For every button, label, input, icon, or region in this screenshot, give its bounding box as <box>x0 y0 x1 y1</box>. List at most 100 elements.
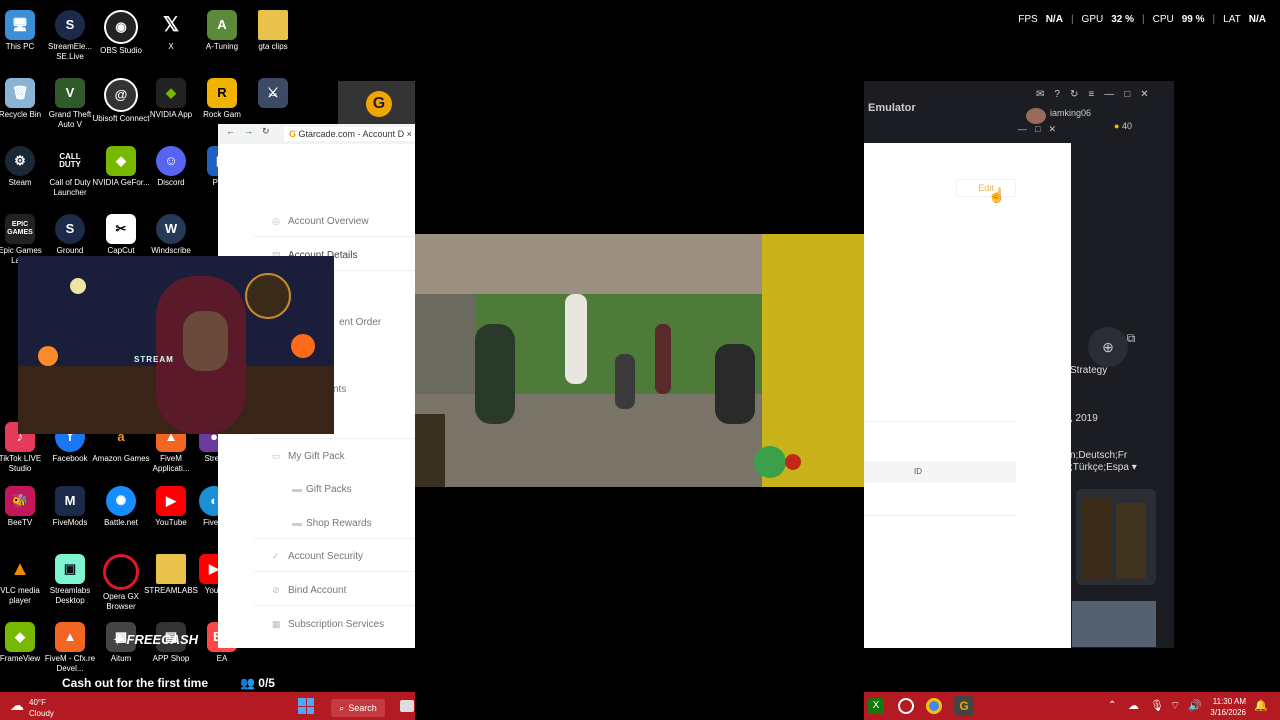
close-icon[interactable]: ✕ <box>1140 89 1148 100</box>
taskbar-search[interactable]: ⌕ Search <box>331 699 385 717</box>
clock-date: 3/16/2026 <box>1210 708 1246 717</box>
desktop-icon-game[interactable]: ⚔ <box>244 78 302 110</box>
cloud-icon[interactable]: ☁ <box>1128 699 1139 712</box>
geforce-icon: ◆ <box>106 146 136 176</box>
divider <box>864 421 1016 422</box>
desktop-icon-label: Facebook <box>52 454 88 463</box>
gtarcade-favicon-icon: G <box>289 129 297 139</box>
cpu-value: 99 % <box>1181 14 1205 25</box>
menu-item-account-security[interactable]: ✓ Account Security <box>272 551 363 562</box>
menu-label: Bind Account <box>288 585 347 596</box>
clock[interactable]: 11:30 AM 3/16/2026 <box>1206 696 1246 718</box>
lat-label: LAT <box>1223 14 1241 25</box>
divider <box>254 605 415 606</box>
menu-item-bind-account[interactable]: ⊘ Bind Account <box>272 585 346 596</box>
volume-icon[interactable]: 🔊 <box>1188 699 1202 712</box>
close-icon[interactable]: ✕ <box>1048 124 1056 135</box>
gtarcade-window-edge: G <box>338 81 415 124</box>
menu-item-gift-packs[interactable]: ▬ Gift Packs <box>292 484 352 495</box>
desktop-icon-ground[interactable]: S Ground <box>41 214 99 256</box>
desktop-icon-streamlabs-desktop[interactable]: ▣ Streamlabs Desktop <box>41 554 99 606</box>
obs-taskbar-icon[interactable] <box>898 698 914 714</box>
menu-label: Account Overview <box>288 216 369 227</box>
browser-tab[interactable]: G Gtarcade.com - Account D × <box>284 127 415 141</box>
desktop-icon-fivemods[interactable]: M FiveMods <box>41 486 99 528</box>
desktop-icon-windscribe[interactable]: W Windscribe <box>142 214 200 256</box>
close-tab-icon[interactable]: × <box>407 129 412 139</box>
emulator-title: Emulator <box>868 102 916 114</box>
menu-icon[interactable]: ≡ <box>1088 89 1094 100</box>
refresh-icon[interactable]: ↻ <box>1070 89 1078 100</box>
screenshot-2[interactable] <box>1116 503 1146 579</box>
desktop-icon-cod[interactable]: CALL DUTY Call of Duty Launcher <box>41 146 99 198</box>
avatar[interactable] <box>1026 108 1046 124</box>
desktop-icon-gta-clips[interactable]: gta clips <box>244 10 302 52</box>
opera-gx-icon <box>103 554 139 590</box>
desktop-icon-nvidia-app[interactable]: ◆ NVIDIA App <box>142 78 200 120</box>
menu-item-account-overview[interactable]: ◎ Account Overview <box>272 216 369 227</box>
gtarcade-taskbar-icon[interactable]: G <box>954 696 974 716</box>
menu-item-points[interactable]: nts <box>333 384 346 395</box>
desktop-icon-gta-v[interactable]: V Grand Theft Auto V <box>41 78 99 130</box>
mail-icon[interactable]: ✉ <box>1036 89 1044 100</box>
coins: ● 40 <box>1114 121 1132 131</box>
copy-icon[interactable]: ⧉ <box>1120 327 1142 349</box>
menu-item-subscription-services[interactable]: ▦ Subscription Services <box>272 619 384 630</box>
desktop-icon-label: NVIDIA App <box>149 110 193 119</box>
edit-button[interactable]: Edit <box>956 179 1016 197</box>
maximize-icon[interactable]: □ <box>1124 89 1130 100</box>
microphone-icon[interactable]: 🎙 <box>1150 699 1164 712</box>
streamelements-icon: S <box>55 10 85 40</box>
overview-icon: ◎ <box>272 216 280 226</box>
chevron-up-icon[interactable]: ⌃ <box>1108 700 1116 711</box>
notification-icon[interactable]: 🔔 <box>1254 699 1268 712</box>
menu-item-my-gift-pack[interactable]: ▭ My Gift Pack <box>272 451 345 462</box>
fps-value: N/A <box>1045 14 1063 25</box>
obs-icon: ◉ <box>104 10 138 44</box>
desktop-icon-label: StreamEle... SE.Live <box>47 42 92 61</box>
freecash-promo: Cash out for the first time <box>62 676 209 690</box>
menu-item-recent-order[interactable]: ent Order <box>339 317 381 328</box>
chrome-icon[interactable] <box>926 698 942 714</box>
weather-icon: ☁ <box>10 697 24 713</box>
desktop-icon-discord[interactable]: ☺ Discord <box>142 146 200 188</box>
grid-icon: ▦ <box>272 619 281 629</box>
desktop-icon-fivem-cfx[interactable]: ▲ FiveM - Cfx.re Devel... <box>41 622 99 674</box>
desktop-icon-streamelements[interactable]: S StreamEle... SE.Live <box>41 10 99 62</box>
minimize-icon[interactable]: — <box>1018 124 1027 135</box>
forward-arrow-icon[interactable]: → <box>244 126 253 136</box>
desktop-icon-rockstar[interactable]: R Rock Gam <box>193 78 251 120</box>
weather-temp: 40°F <box>29 698 46 707</box>
screenshot-thumbnails[interactable] <box>1076 489 1156 585</box>
gpu-value: 32 % <box>1111 14 1135 25</box>
chevron-down-icon[interactable]: ▾ <box>1132 462 1137 473</box>
account-details-panel: Edit ☝ ID <box>864 143 1071 648</box>
xbox-icon[interactable]: X <box>868 698 884 714</box>
desktop-icon-label: X <box>168 42 174 51</box>
desktop-icon-label: Grand Theft Auto V <box>48 110 92 129</box>
video-frame <box>415 234 864 487</box>
dialog-controls: — □ ✕ <box>1018 124 1056 135</box>
progress-value: 0/5 <box>258 676 275 690</box>
x-logo-icon: 𝕏 <box>162 14 180 36</box>
video-player[interactable] <box>415 234 864 487</box>
game-banner[interactable] <box>1072 601 1156 647</box>
desktop-icon-a-tuning[interactable]: A A-Tuning <box>193 10 251 52</box>
minimize-icon[interactable]: — <box>1104 89 1114 100</box>
wifi-icon[interactable]: ⌔ <box>1170 699 1180 713</box>
windscribe-icon: W <box>156 214 186 244</box>
fivem-icon: ▲ <box>55 622 85 652</box>
screenshot-1[interactable] <box>1082 497 1112 579</box>
help-icon[interactable]: ? <box>1054 89 1060 100</box>
back-arrow-icon[interactable]: ← <box>226 126 235 136</box>
maximize-icon[interactable]: □ <box>1035 124 1040 135</box>
menu-label: nts <box>333 384 347 395</box>
ground-icon: S <box>55 214 85 244</box>
task-view-icon[interactable] <box>400 700 414 712</box>
start-button[interactable] <box>298 698 314 714</box>
desktop-icon-x[interactable]: 𝕏 X <box>142 10 200 52</box>
menu-item-shop-rewards[interactable]: ▬ Shop Rewards <box>292 518 372 529</box>
folder-icon <box>156 554 186 584</box>
reload-icon[interactable]: ↻ <box>262 126 270 137</box>
beetv-icon: 🐝 <box>5 486 35 516</box>
